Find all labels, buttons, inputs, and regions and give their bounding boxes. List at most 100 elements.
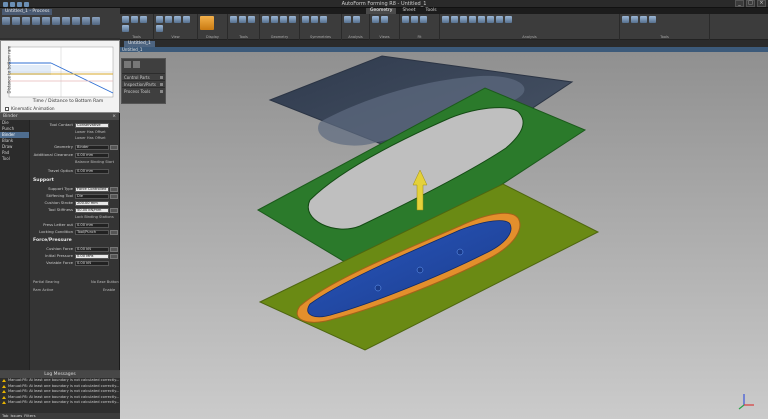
analysis-icon[interactable] <box>460 16 467 23</box>
view-icon[interactable] <box>156 16 163 23</box>
tool-icon[interactable] <box>122 16 129 23</box>
tool-icon[interactable] <box>122 25 129 32</box>
tool-icon[interactable] <box>640 16 647 23</box>
analysis-icon[interactable] <box>487 16 494 23</box>
property-label: Cushion Force <box>46 246 73 251</box>
title-bar: AutoForm Forming R8 - Untitled_1 _ □ × <box>0 0 768 8</box>
kinematic-plot: Distance to bottom ram Time / Distance t… <box>0 40 120 113</box>
property-row: Tool Contact Conservative <box>31 122 120 128</box>
document-tab[interactable]: Untitled_1 - Process <box>2 9 53 15</box>
log-footer-tab[interactable]: Filters <box>24 413 35 419</box>
property-label: Additional Clearance <box>33 152 73 157</box>
log-line[interactable]: Manual:P8: At least one boundary is not … <box>0 400 120 406</box>
tool-icon[interactable] <box>230 16 237 23</box>
dropdown-button[interactable] <box>110 144 118 150</box>
symmetry-icon[interactable] <box>302 16 309 23</box>
tool-icon[interactable] <box>22 17 30 25</box>
fit-icon[interactable] <box>420 16 427 23</box>
checkbox[interactable] <box>5 106 9 111</box>
property-value[interactable]: 0.00 mm <box>75 152 109 158</box>
view-icon[interactable] <box>372 16 379 23</box>
property-value[interactable]: 200.00 mm <box>75 200 109 206</box>
section-support[interactable]: Support <box>33 178 54 183</box>
option-checkbox[interactable]: Ram Active <box>33 288 53 292</box>
analysis-icon[interactable] <box>469 16 476 23</box>
fit-icon[interactable] <box>402 16 409 23</box>
property-value[interactable]: 0.00 kN <box>75 260 109 266</box>
dropdown-button[interactable] <box>110 246 118 252</box>
view-icon[interactable] <box>174 16 181 23</box>
option-radio[interactable]: Lower Has Offset <box>75 136 106 140</box>
property-row: Cushion Stroke 200.00 mm <box>31 200 120 206</box>
option-checkbox[interactable]: Balance Binding Start <box>75 160 114 164</box>
log-footer-tab[interactable]: Issues <box>10 413 22 419</box>
view-icon[interactable] <box>183 16 190 23</box>
tool-icon[interactable] <box>2 17 10 25</box>
dropdown-button[interactable] <box>110 229 118 235</box>
dropdown-button[interactable] <box>110 253 118 259</box>
property-value[interactable]: 50.00 kN/mm <box>75 207 109 213</box>
tool-icon[interactable] <box>140 16 147 23</box>
property-value[interactable]: Force Controlled <box>75 186 109 192</box>
property-value[interactable]: Tool/Punch <box>75 229 109 235</box>
property-value[interactable]: Binder <box>75 144 109 150</box>
property-value[interactable]: Die <box>75 193 109 199</box>
geometry-icon[interactable] <box>280 16 287 23</box>
tool-icon[interactable] <box>248 16 255 23</box>
minimize-button[interactable]: _ <box>735 0 744 7</box>
section-force-pressure[interactable]: Force/Pressure <box>33 238 72 243</box>
tool-icon[interactable] <box>82 17 90 25</box>
tool-icon[interactable] <box>239 16 246 23</box>
maximize-button[interactable]: □ <box>746 0 755 7</box>
tool-icon[interactable] <box>622 16 629 23</box>
property-value[interactable]: 0.00 mm <box>75 168 109 174</box>
analysis-icon[interactable] <box>505 16 512 23</box>
property-value[interactable]: 0.00 mm <box>75 222 109 228</box>
property-value[interactable]: 0.00 MPa <box>75 253 109 259</box>
geometry-icon[interactable] <box>262 16 269 23</box>
tool-icon[interactable] <box>649 16 656 23</box>
tool-icon[interactable] <box>32 17 40 25</box>
option-radio[interactable]: Lower Has Offset <box>75 130 106 134</box>
analysis-icon[interactable] <box>353 16 360 23</box>
geometry-icon[interactable] <box>271 16 278 23</box>
property-value[interactable]: 0.00 kN <box>75 246 109 252</box>
dropdown-button[interactable] <box>110 207 118 213</box>
symmetry-icon[interactable] <box>311 16 318 23</box>
analysis-icon[interactable] <box>478 16 485 23</box>
tool-icon[interactable] <box>72 17 80 25</box>
option-checkbox[interactable]: Lock Binding Stations <box>75 215 114 219</box>
geometry-icon[interactable] <box>289 16 296 23</box>
symmetry-icon[interactable] <box>320 16 327 23</box>
tool-icon[interactable] <box>62 17 70 25</box>
close-button[interactable]: × <box>757 0 766 7</box>
3d-viewport[interactable]: Untitled_1 Untitled_1 Control Parts Insp… <box>120 40 768 419</box>
tree-item[interactable]: Tool <box>0 156 29 162</box>
option-checkbox[interactable]: Partial Bearing <box>33 280 59 284</box>
tool-icon[interactable] <box>92 17 100 25</box>
property-row: Locking Condition Tool/Punch <box>31 229 120 235</box>
tool-icon[interactable] <box>42 17 50 25</box>
view-icon[interactable] <box>165 16 172 23</box>
kinematic-animation-checkbox[interactable]: Kinematic Animation <box>5 106 55 111</box>
tool-icon[interactable] <box>12 17 20 25</box>
tool-icon[interactable] <box>52 17 60 25</box>
ribbon-group: Tools <box>620 14 710 40</box>
analysis-icon[interactable] <box>451 16 458 23</box>
log-footer-tab[interactable]: Tab <box>2 413 8 419</box>
tool-icon[interactable] <box>631 16 638 23</box>
analysis-icon[interactable] <box>442 16 449 23</box>
tool-icon[interactable] <box>131 16 138 23</box>
view-icon[interactable] <box>381 16 388 23</box>
view-icon[interactable] <box>156 25 163 32</box>
close-icon[interactable]: × <box>112 113 116 120</box>
dropdown-button[interactable] <box>110 186 118 192</box>
property-row: Cushion Force 0.00 kN <box>31 246 120 252</box>
dropdown-button[interactable] <box>110 193 118 199</box>
analysis-icon[interactable] <box>496 16 503 23</box>
axis-triad-icon <box>738 394 754 410</box>
property-value[interactable]: Conservative <box>75 122 109 128</box>
display-icon[interactable] <box>200 16 214 30</box>
fit-icon[interactable] <box>411 16 418 23</box>
analysis-icon[interactable] <box>344 16 351 23</box>
